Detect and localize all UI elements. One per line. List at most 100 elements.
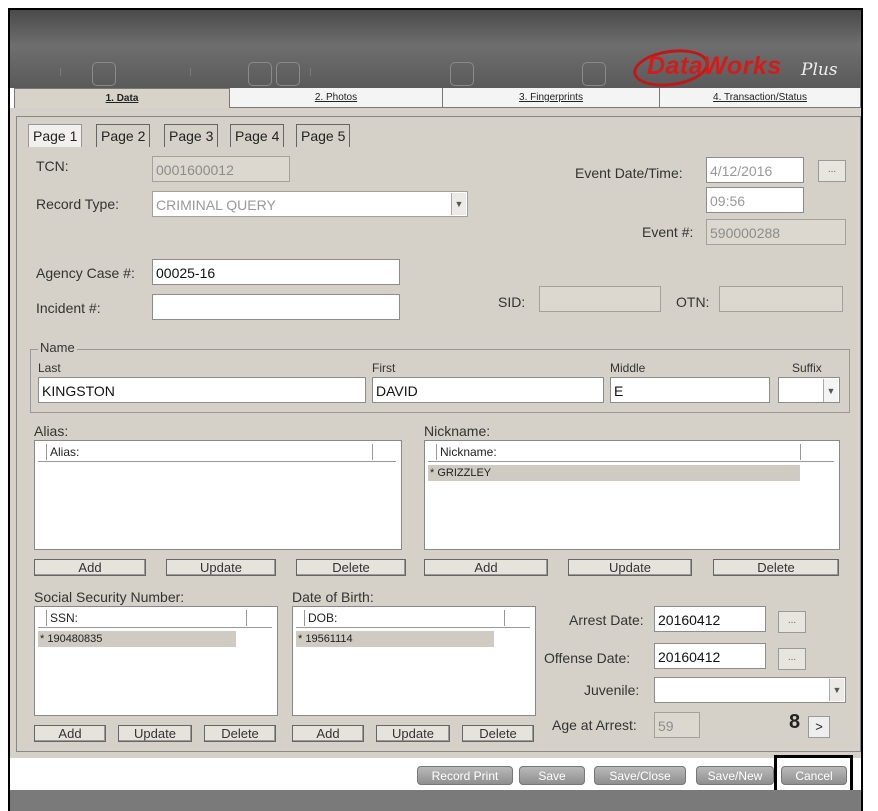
ssn-add-button[interactable]: Add xyxy=(34,725,106,742)
suffix-label: Suffix xyxy=(792,361,822,375)
nickname-column-header: Nickname: xyxy=(438,444,801,460)
cancel-highlight-box xyxy=(774,755,853,794)
record-type-value: CRIMINAL QUERY xyxy=(156,197,276,213)
tcn-label: TCN: xyxy=(36,158,69,174)
header-decoration xyxy=(450,62,474,86)
ssn-list-header: SSN: xyxy=(38,610,272,628)
record-type-label: Record Type: xyxy=(36,196,120,212)
save-close-button[interactable]: Save/Close xyxy=(594,766,686,785)
tcn-field: 0001600012 xyxy=(152,156,290,182)
sid-field xyxy=(539,286,661,312)
nickname-add-button[interactable]: Add xyxy=(424,559,548,576)
event-number-field: 590000288 xyxy=(706,219,846,245)
dob-list-header: DOB: xyxy=(296,610,530,628)
subtab-page-2[interactable]: Page 2 xyxy=(96,124,151,147)
last-name-field[interactable]: KINGSTON xyxy=(38,377,366,403)
nickname-list[interactable]: Nickname: * GRIZZLEY xyxy=(424,440,840,550)
alias-column-header: Alias: xyxy=(48,444,373,460)
main-tab-bar: 1. Data 2. Photos 3. Fingerprints 4. Tra… xyxy=(10,88,861,108)
suffix-select[interactable]: ▼ xyxy=(778,377,840,403)
chevron-down-icon: ▼ xyxy=(829,679,844,701)
arrest-date-label: Arrest Date: xyxy=(569,612,644,628)
agency-case-label: Agency Case #: xyxy=(36,265,135,281)
middle-name-label: Middle xyxy=(610,361,646,375)
event-time-field[interactable]: 09:56 xyxy=(706,187,804,213)
nickname-label: Nickname: xyxy=(424,423,491,439)
first-name-field[interactable]: DAVID xyxy=(372,377,604,403)
subtab-page-1[interactable]: Page 1 xyxy=(28,124,83,147)
incident-field[interactable] xyxy=(152,294,400,320)
nickname-delete-button[interactable]: Delete xyxy=(713,559,839,576)
ssn-update-button[interactable]: Update xyxy=(118,725,192,742)
name-group-label: Name xyxy=(38,340,77,355)
header-decoration xyxy=(92,62,116,86)
offense-date-field[interactable]: 20160412 xyxy=(654,643,766,669)
nickname-list-header: Nickname: xyxy=(428,444,834,462)
offense-date-picker-button[interactable]: ... xyxy=(778,648,806,670)
alias-label: Alias: xyxy=(34,423,69,439)
tab-transaction-status[interactable]: 4. Transaction/Status xyxy=(660,88,861,108)
dob-label: Date of Birth: xyxy=(292,589,374,605)
record-type-select[interactable]: CRIMINAL QUERY ▼ xyxy=(152,191,468,217)
list-item[interactable]: * GRIZZLEY xyxy=(428,465,800,481)
header-decoration xyxy=(248,62,272,86)
logo-suffix: Plus xyxy=(801,60,838,80)
subtab-page-3[interactable]: Page 3 xyxy=(164,124,219,147)
otn-field xyxy=(719,286,843,312)
chevron-down-icon: ▼ xyxy=(823,379,838,402)
list-item[interactable]: * 190480835 xyxy=(38,631,236,647)
otn-label: OTN: xyxy=(676,294,710,310)
list-item[interactable]: * 19561114 xyxy=(296,631,494,647)
status-bar xyxy=(10,790,861,811)
next-page-button[interactable]: > xyxy=(808,716,830,738)
page-number: 8 xyxy=(789,711,801,733)
incident-label: Incident #: xyxy=(36,300,101,316)
tab-photos[interactable]: 2. Photos xyxy=(230,88,443,108)
alias-delete-button[interactable]: Delete xyxy=(296,559,406,576)
save-new-button[interactable]: Save/New xyxy=(696,766,774,785)
header-decoration xyxy=(190,68,191,76)
middle-name-field[interactable]: E xyxy=(610,377,770,403)
age-at-arrest-label: Age at Arrest: xyxy=(552,717,637,733)
chevron-down-icon: ▼ xyxy=(451,193,466,215)
ssn-list[interactable]: SSN: * 190480835 xyxy=(34,606,278,716)
dob-update-button[interactable]: Update xyxy=(376,725,450,742)
alias-list-header: Alias: xyxy=(38,444,396,462)
header-decoration xyxy=(276,62,300,86)
juvenile-select[interactable]: ▼ xyxy=(654,677,846,703)
dob-delete-button[interactable]: Delete xyxy=(462,725,534,742)
record-print-button[interactable]: Record Print xyxy=(417,766,513,785)
header-decoration xyxy=(310,68,311,76)
ssn-delete-button[interactable]: Delete xyxy=(204,725,276,742)
dob-add-button[interactable]: Add xyxy=(292,725,364,742)
agency-case-field[interactable]: 00025-16 xyxy=(152,259,400,285)
save-button[interactable]: Save xyxy=(519,766,585,785)
header-decoration xyxy=(582,62,606,86)
arrest-date-field[interactable]: 20160412 xyxy=(654,606,766,632)
subtab-page-4[interactable]: Page 4 xyxy=(230,124,285,147)
app-header: DataWorks Plus xyxy=(10,10,861,88)
subtab-page-5[interactable]: Page 5 xyxy=(296,124,351,147)
alias-list[interactable]: Alias: xyxy=(34,440,402,550)
arrest-date-picker-button[interactable]: ... xyxy=(778,611,806,633)
event-datetime-label: Event Date/Time: xyxy=(575,165,683,181)
dob-column-header: DOB: xyxy=(306,610,505,626)
header-decoration xyxy=(60,68,61,76)
sid-label: SID: xyxy=(498,294,526,310)
tab-data[interactable]: 1. Data xyxy=(14,88,230,108)
event-date-picker-button[interactable]: ... xyxy=(818,160,846,182)
event-number-label: Event #: xyxy=(642,224,694,240)
juvenile-label: Juvenile: xyxy=(584,682,640,698)
alias-update-button[interactable]: Update xyxy=(166,559,276,576)
tab-fingerprints[interactable]: 3. Fingerprints xyxy=(443,88,660,108)
first-name-label: First xyxy=(372,361,396,375)
nickname-update-button[interactable]: Update xyxy=(568,559,692,576)
event-date-field[interactable]: 4/12/2016 xyxy=(706,157,804,183)
ssn-column-header: SSN: xyxy=(48,610,247,626)
offense-date-label: Offense Date: xyxy=(544,650,631,666)
alias-add-button[interactable]: Add xyxy=(34,559,146,576)
age-at-arrest-field: 59 xyxy=(654,712,700,738)
dataworks-logo: DataWorks Plus xyxy=(623,44,853,88)
dob-list[interactable]: DOB: * 19561114 xyxy=(292,606,536,716)
last-name-label: Last xyxy=(38,361,61,375)
